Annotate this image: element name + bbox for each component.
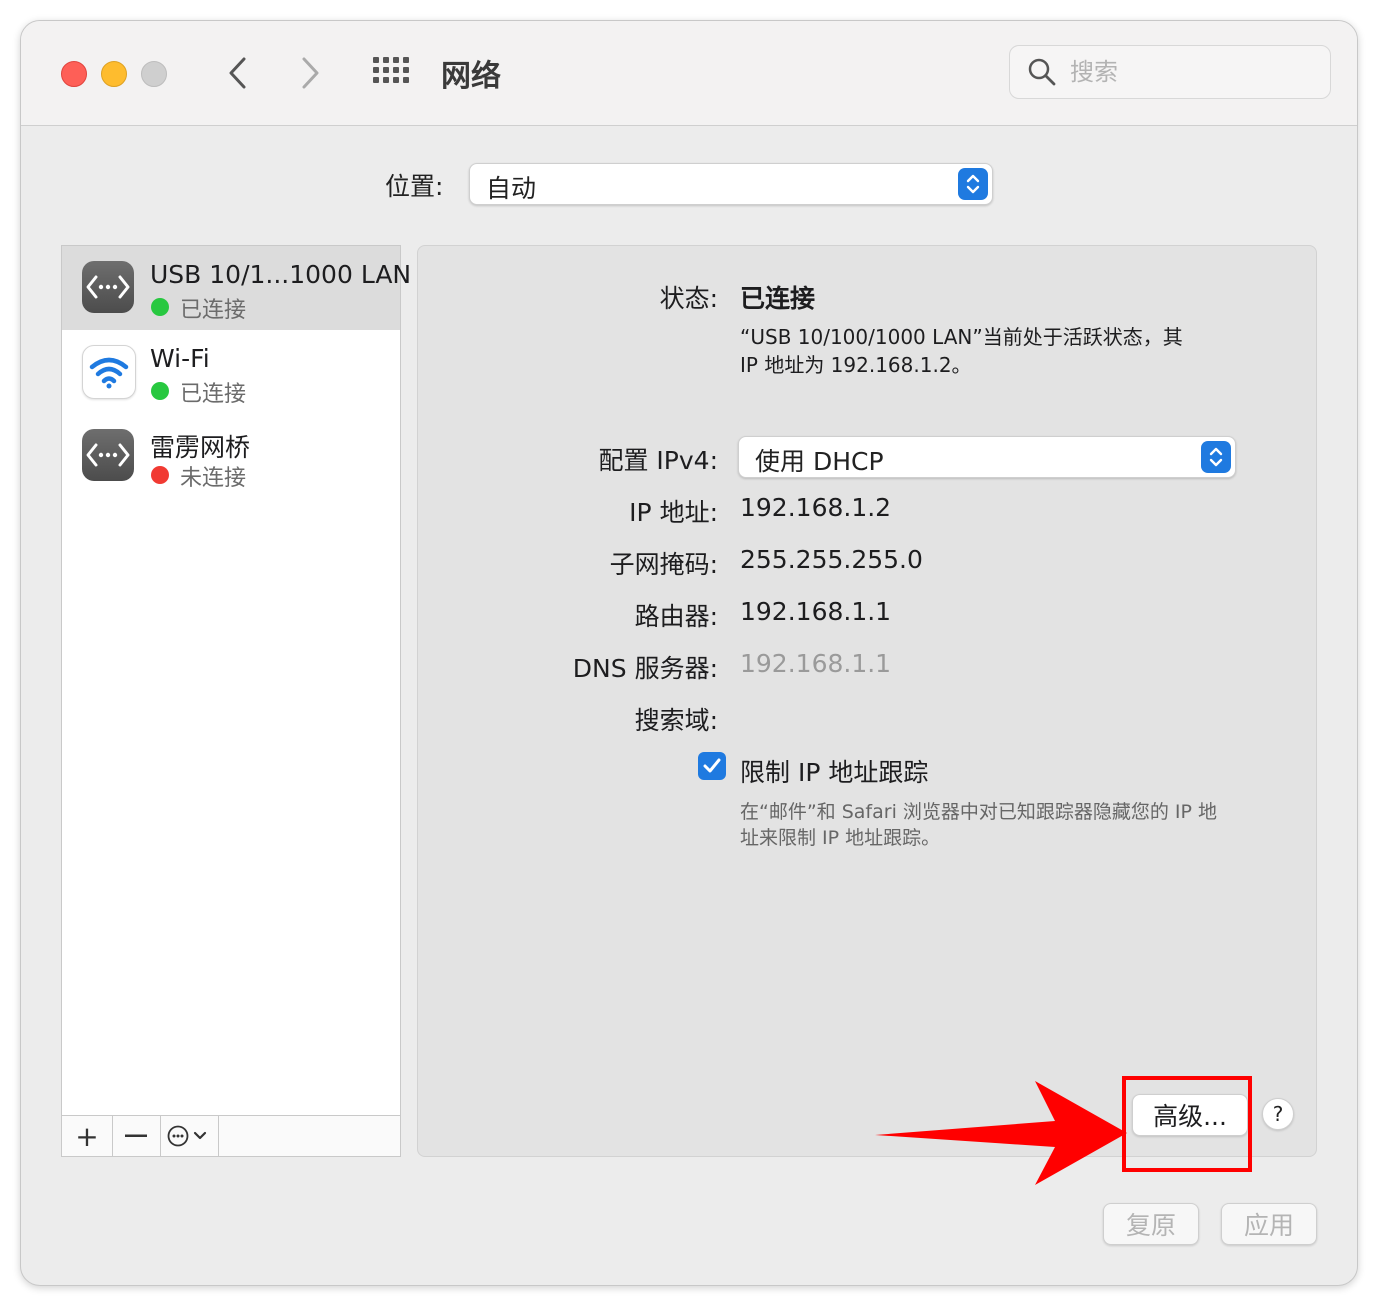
- status-description-line1: “USB 10/100/1000 LAN”当前处于活跃状态，其: [740, 325, 1183, 349]
- annotation-highlight-box: [1122, 1076, 1252, 1172]
- service-list: USB 10/1...1000 LAN 已连接 Wi-Fi 已连接 雷雳网桥 未…: [61, 245, 411, 1157]
- service-status: 已连接: [180, 298, 247, 323]
- remove-service-button[interactable]: [112, 1116, 161, 1156]
- service-item-thunderbolt-bridge[interactable]: 雷雳网桥 未连接: [62, 414, 400, 498]
- forward-button[interactable]: [291, 51, 331, 95]
- limit-ip-tracking-checkbox[interactable]: [698, 752, 726, 780]
- configure-ipv4-popup[interactable]: 使用 DHCP: [738, 436, 1236, 478]
- status-dot-disconnected: [151, 466, 169, 484]
- revert-button[interactable]: 复原: [1103, 1203, 1199, 1245]
- checkmark-icon: [703, 758, 721, 773]
- add-service-button[interactable]: +: [62, 1116, 113, 1156]
- popup-stepper-icon: [958, 168, 988, 200]
- subnet-mask-label: 子网掩码:: [609, 550, 718, 579]
- limit-tracking-description-line1: 在“邮件”和 Safari 浏览器中对已知跟踪器隐藏您的 IP 地: [740, 801, 1218, 823]
- zoom-window-button[interactable]: [141, 61, 167, 87]
- service-item-wifi[interactable]: Wi-Fi 已连接: [62, 330, 400, 414]
- status-dot-connected: [151, 298, 169, 316]
- status-dot-connected: [151, 382, 169, 400]
- ip-address-value: 192.168.1.2: [740, 493, 892, 522]
- configure-ipv4-label: 配置 IPv4:: [598, 446, 718, 475]
- service-item-usb-lan[interactable]: USB 10/1...1000 LAN 已连接: [62, 246, 411, 330]
- status-description-line2: IP 地址为 192.168.1.2。: [740, 353, 972, 377]
- service-status: 未连接: [180, 466, 247, 491]
- titlebar: 网络: [21, 21, 1357, 126]
- search-domain-label: 搜索域:: [634, 706, 718, 735]
- window-title: 网络: [441, 59, 501, 94]
- show-all-grid-icon[interactable]: [373, 57, 411, 85]
- close-window-button[interactable]: [61, 61, 87, 87]
- minus-icon: [125, 1134, 147, 1137]
- location-value: 自动: [486, 174, 537, 203]
- configure-ipv4-value: 使用 DHCP: [755, 447, 884, 476]
- popup-stepper-icon: [1201, 441, 1231, 473]
- service-name: Wi-Fi: [150, 344, 210, 373]
- ethernet-icon: [82, 261, 134, 313]
- chevron-left-icon: [229, 57, 246, 89]
- ethernet-icon: [82, 429, 134, 481]
- search-icon: [1028, 58, 1056, 86]
- annotation-arrow: [875, 1081, 1127, 1185]
- ellipsis-circle-icon: [167, 1125, 207, 1147]
- wifi-icon: [82, 345, 136, 399]
- service-list-toolbar: +: [62, 1115, 400, 1156]
- location-popup[interactable]: 自动: [469, 163, 993, 205]
- status-value: 已连接: [740, 284, 816, 313]
- back-button[interactable]: [217, 51, 257, 95]
- service-status: 已连接: [180, 382, 247, 407]
- dns-server-value: 192.168.1.1: [740, 649, 892, 678]
- chevron-right-icon: [302, 57, 319, 89]
- action-menu-button[interactable]: [160, 1116, 219, 1156]
- ip-address-label: IP 地址:: [629, 498, 718, 527]
- search-input[interactable]: [1068, 54, 1312, 90]
- router-label: 路由器:: [634, 602, 718, 631]
- limit-ip-tracking-label[interactable]: 限制 IP 地址跟踪: [740, 753, 928, 789]
- minimize-window-button[interactable]: [101, 61, 127, 87]
- location-label: 位置:: [385, 172, 444, 201]
- service-name: USB 10/1...1000 LAN: [150, 260, 412, 289]
- router-value: 192.168.1.1: [740, 597, 892, 626]
- service-name: 雷雳网桥: [150, 433, 251, 462]
- limit-tracking-description-line2: 址来限制 IP 地址跟踪。: [740, 827, 941, 849]
- subnet-mask-value: 255.255.255.0: [740, 545, 923, 574]
- help-button[interactable]: ?: [1262, 1098, 1294, 1130]
- dns-server-label: DNS 服务器:: [572, 654, 718, 683]
- service-detail-panel: 状态: 已连接 “USB 10/100/1000 LAN”当前处于活跃状态，其 …: [417, 245, 1317, 1157]
- apply-button[interactable]: 应用: [1221, 1203, 1317, 1245]
- network-preferences-window: 网络 位置: 自动: [20, 20, 1358, 1286]
- status-label: 状态:: [659, 284, 718, 313]
- search-field[interactable]: [1009, 45, 1331, 99]
